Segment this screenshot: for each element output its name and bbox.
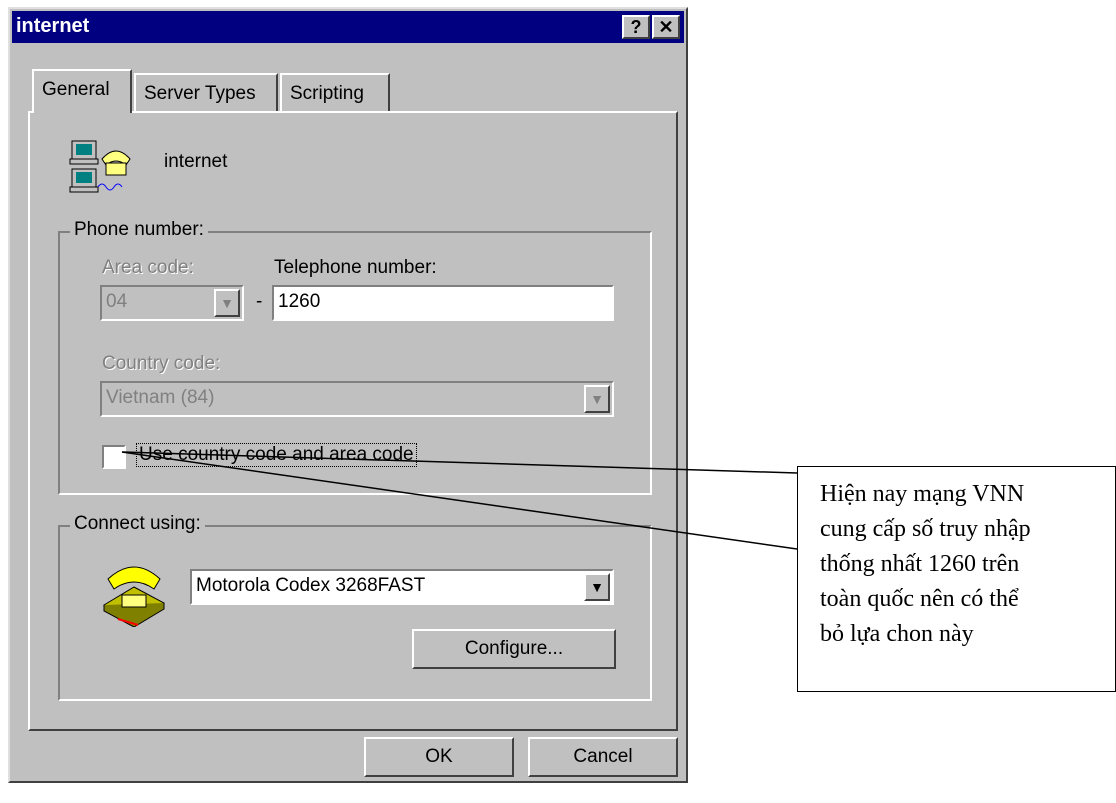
annotation-callout: Hiện nay mạng VNN cung cấp số truy nhập … — [797, 466, 1116, 692]
callout-line: cung cấp số truy nhập — [820, 516, 1031, 542]
tab-general-label: General — [42, 79, 110, 100]
callout-line: thống nhất 1260 trên — [820, 551, 1020, 577]
callout-line: Hiện nay mạng VNN — [820, 481, 1025, 507]
callout-line: toàn quốc nên có thể — [820, 586, 1019, 612]
callout-line: bỏ lựa chon này — [820, 621, 974, 647]
callout-pointer-top-line — [121, 451, 798, 474]
callout-pointer-bottom-line — [121, 451, 798, 550]
tab-general[interactable]: General — [32, 69, 132, 113]
